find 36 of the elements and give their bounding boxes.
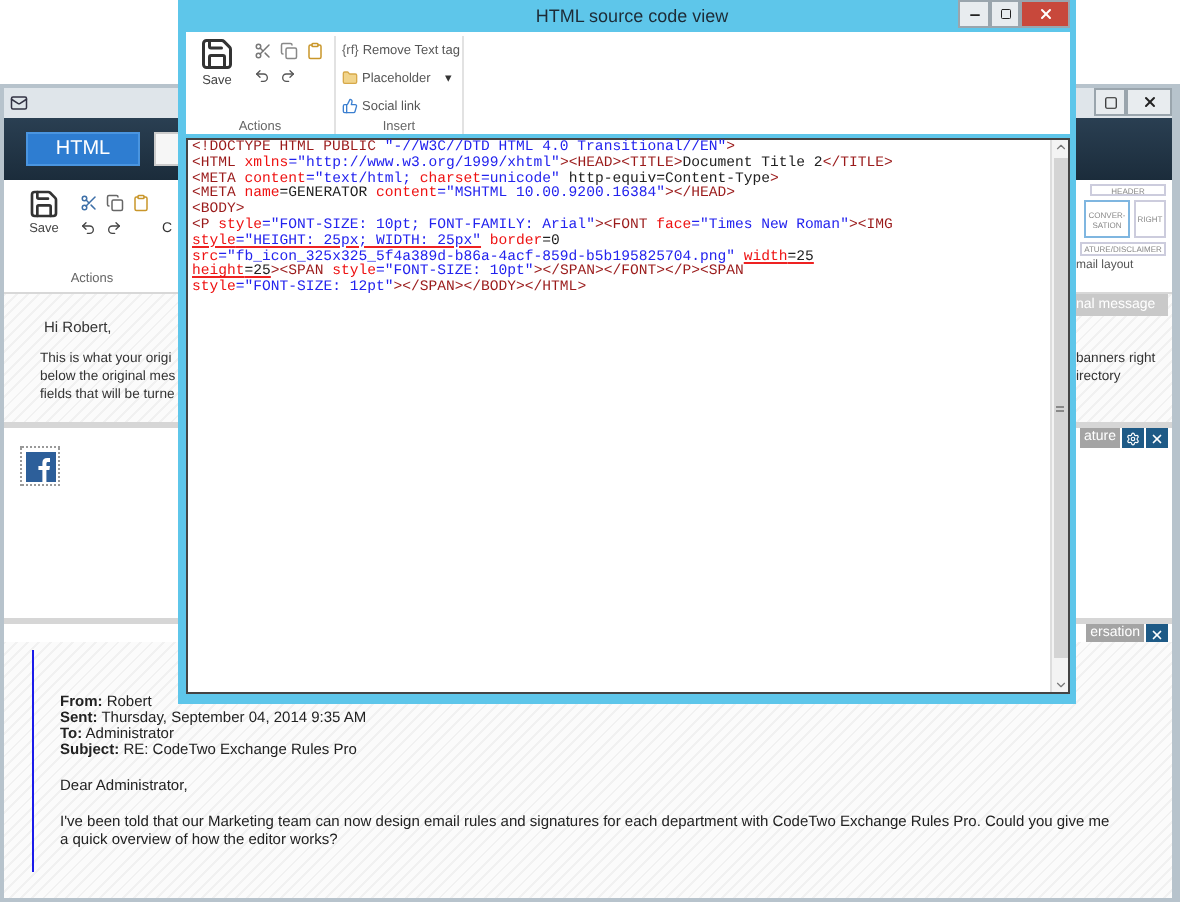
maximize-button[interactable]	[1094, 88, 1126, 116]
gear-icon	[1126, 431, 1140, 445]
paste-icon[interactable]	[305, 41, 323, 59]
close-button[interactable]	[1126, 88, 1172, 116]
close-button[interactable]	[1146, 428, 1168, 448]
settings-button[interactable]	[1122, 428, 1144, 448]
close-icon	[1037, 6, 1053, 22]
close-icon	[1150, 431, 1164, 445]
undo-icon[interactable]	[80, 220, 96, 236]
app-icon	[10, 94, 28, 112]
maximize-icon	[999, 8, 1011, 20]
close-icon	[1150, 627, 1164, 641]
close-icon	[1141, 94, 1157, 110]
facebook-icon	[25, 451, 55, 481]
paste-icon[interactable]	[131, 193, 149, 211]
redo-icon[interactable]	[280, 68, 296, 84]
save-icon	[28, 188, 60, 220]
dialog-title: HTML source code view	[533, 4, 731, 26]
scrollbar[interactable]	[1050, 140, 1068, 692]
redo-icon[interactable]	[106, 220, 122, 236]
folder-icon	[342, 70, 358, 86]
scroll-up-icon[interactable]	[1053, 140, 1067, 154]
close-button[interactable]	[1020, 0, 1070, 28]
maximize-button[interactable]	[990, 0, 1020, 28]
cut-icon[interactable]	[79, 193, 97, 211]
scroll-down-icon[interactable]	[1053, 678, 1067, 692]
thumbs-up-icon	[342, 98, 358, 114]
copy-icon[interactable]	[105, 193, 123, 211]
undo-icon[interactable]	[254, 68, 270, 84]
ribbon-tab[interactable]: HTML	[26, 132, 140, 166]
cut-icon[interactable]	[253, 41, 271, 59]
save-icon	[198, 36, 236, 72]
code-editor[interactable]	[186, 138, 1070, 694]
copy-icon[interactable]	[279, 41, 297, 59]
close-button[interactable]	[1146, 624, 1168, 644]
maximize-icon	[1103, 95, 1117, 109]
